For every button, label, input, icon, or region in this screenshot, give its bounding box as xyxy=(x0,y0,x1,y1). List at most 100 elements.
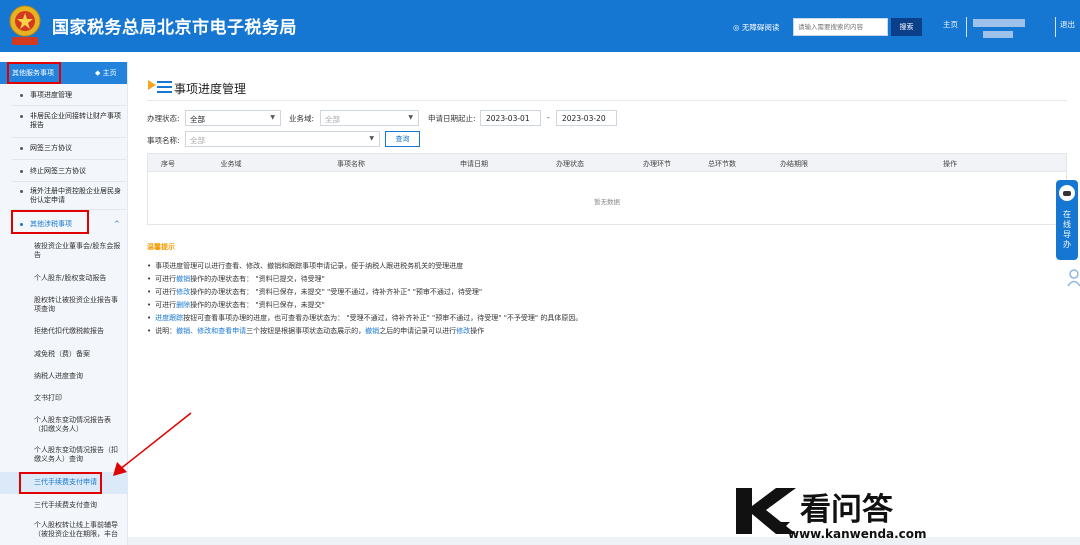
page-title: 事项进度管理 xyxy=(174,82,247,96)
sidebar-item-label: 境外注册中资控股企业居民身份认定申请 xyxy=(30,187,121,204)
tip-keyword: 撤销、修改和查看申请 xyxy=(176,327,247,335)
watermark-url: www.kanwenda.com xyxy=(788,527,927,541)
item-name-label: 事项名称: xyxy=(147,136,180,145)
sidebar-item-label: 终止网签三方协议 xyxy=(30,167,86,175)
tip-keyword: 修改 xyxy=(456,327,471,335)
status-select[interactable]: 全部 ▼ xyxy=(185,110,281,126)
column-header: 业务域 xyxy=(220,160,242,168)
tip-text: 事项进度管理可以进行查看、修改、撤销和跟踪事项申请记录，便于纳税人跟进税务机关的… xyxy=(155,262,464,270)
date-start-input[interactable]: 2023-03-01 xyxy=(480,110,541,126)
bullet-icon xyxy=(20,147,23,150)
tip-text: 操作的办理状态有： "资料已保存，未提交" "受理不通过，待补齐补正" "预审不… xyxy=(190,288,483,296)
date-end-input[interactable]: 2023-03-20 xyxy=(556,110,617,126)
tip-keyword: 撤销 xyxy=(176,275,191,283)
divider xyxy=(12,159,126,160)
online-guide-label: 在线导办 xyxy=(1063,210,1071,249)
divider xyxy=(147,100,1067,101)
item-name-value: 全部 xyxy=(190,136,205,145)
tip-text: 按钮可查看事项办理的进度，也可查看办理状态为： "受理不通过，待补齐补正" "预… xyxy=(183,314,583,322)
tip-line: • 说明：撤销、修改和查看申请三个按钮是根据事项状态动态展示的，撤销之后的申请记录… xyxy=(147,327,485,335)
tip-keyword: 撤销 xyxy=(365,327,380,335)
sub-item-label: 拒绝代扣代缴税款报告 xyxy=(34,327,104,335)
tip-line: • 可进行撤销操作的办理状态有： "资料已提交，待受理" xyxy=(147,275,325,283)
tip-text: 操作的办理状态有： "资料已提交，待受理" xyxy=(190,275,325,283)
column-header: 办理环节 xyxy=(643,160,671,168)
logout-link[interactable]: 退出 xyxy=(1060,19,1075,30)
highlight-box xyxy=(19,472,102,494)
search-button[interactable]: 搜索 xyxy=(891,18,922,36)
sub-item-label: 纳税人进度查询 xyxy=(34,372,83,380)
item-name-select[interactable]: 全部 ▼ xyxy=(185,131,380,147)
column-header: 序号 xyxy=(161,160,175,168)
bullet-icon xyxy=(20,94,23,97)
empty-state: 暂无数据 xyxy=(594,198,620,206)
chevron-down-icon: ▼ xyxy=(270,114,275,121)
table-header: 序号 业务域 事项名称 申请日期 办理状态 办理环节 总环节数 办结期限 操作 xyxy=(148,154,1066,172)
domain-label: 业务域: xyxy=(289,114,315,123)
tip-line: • 事项进度管理可以进行查看、修改、撤销和跟踪事项申请记录，便于纳税人跟进税务机关… xyxy=(147,262,464,270)
red-arrow-annotation xyxy=(113,412,192,476)
tip-keyword: 删除 xyxy=(176,301,191,309)
sub-item-label: 被投资企业董事会/股东会报告 xyxy=(34,242,121,259)
sub-item-label: 股权转让被投资企业报告事项查询 xyxy=(34,296,118,313)
tip-text: 操作 xyxy=(470,327,485,335)
site-title: 国家税务总局北京市电子税务局 xyxy=(52,18,297,38)
divider xyxy=(12,105,126,106)
search-input[interactable] xyxy=(793,18,888,36)
bullet-icon xyxy=(20,115,23,118)
sidebar-item-label: 事项进度管理 xyxy=(30,91,72,99)
divider xyxy=(12,181,126,182)
tip-keyword: 进度跟踪 xyxy=(155,314,184,322)
tip-text: 操作的办理状态有： "资料已保存，未提交" xyxy=(190,301,325,309)
person-icon[interactable] xyxy=(1066,268,1080,288)
chevron-down-icon: ▼ xyxy=(369,135,374,142)
list-icon xyxy=(148,80,172,93)
sub-item-label: 个人股东/股权变动报告 xyxy=(34,274,107,282)
user-name-redacted xyxy=(973,19,1025,27)
column-header: 办理状态 xyxy=(556,160,584,168)
home-link[interactable]: 主页 xyxy=(943,19,958,30)
sub-item-label: 文书打印 xyxy=(34,394,62,402)
sidebar-home-link[interactable]: ◆ 主页 xyxy=(95,68,117,78)
sidebar-item-label: 非居民企业间接转让财产事项报告 xyxy=(30,112,121,129)
query-button[interactable]: 查询 xyxy=(385,131,420,147)
bullet-icon xyxy=(20,170,23,173)
header-divider xyxy=(966,17,967,37)
sidebar-item-label: 网签三方协议 xyxy=(30,144,72,152)
watermark-text: 看问答 xyxy=(800,492,893,528)
tip-text: 之后的申请记录可以进行 xyxy=(379,327,457,335)
sub-item-label: 个人股权转让线上事前辅导（被投资企业在期限，丰台 xyxy=(34,521,118,538)
tax-emblem-icon xyxy=(9,5,41,45)
online-guide-widget[interactable]: 在线导办 xyxy=(1056,180,1078,260)
column-header: 总环节数 xyxy=(708,160,736,168)
tips-title: 温馨提示 xyxy=(147,243,175,251)
domain-value: 全部 xyxy=(325,115,340,124)
tip-text: 说明： xyxy=(155,327,177,335)
status-value: 全部 xyxy=(190,115,205,124)
highlight-box xyxy=(7,62,61,84)
top-header: 国家税务总局北京市电子税务局 ◎ 无障碍阅读 搜索 主页 退出 xyxy=(0,0,1080,52)
chevron-down-icon: ▼ xyxy=(408,114,413,121)
domain-select[interactable]: 全部 ▼ xyxy=(320,110,419,126)
tip-line: • 可进行删除操作的办理状态有： "资料已保存，未提交" xyxy=(147,301,325,309)
bullet-icon xyxy=(20,190,23,193)
tip-line: • 可进行修改操作的办理状态有： "资料已保存，未提交" "受理不通过，待补齐补正… xyxy=(147,288,483,296)
column-header: 事项名称 xyxy=(337,160,365,168)
header-divider xyxy=(1055,17,1056,37)
column-header: 办结期限 xyxy=(780,160,808,168)
sub-item-label: 减免税（费）备案 xyxy=(34,350,90,358)
divider xyxy=(12,137,126,138)
chevron-up-icon[interactable]: ^ xyxy=(114,220,120,229)
accessibility-link[interactable]: ◎ 无障碍阅读 xyxy=(733,22,779,33)
tip-line: • 进度跟踪按钮可查看事项办理的进度，也可查看办理状态为： "受理不通过，待补齐补… xyxy=(147,314,583,322)
date-range-label: 申请日期起止: xyxy=(428,114,476,123)
date-separator: - xyxy=(547,113,550,122)
sub-item-label: 三代手续费支付查询 xyxy=(34,501,97,509)
column-header: 申请日期 xyxy=(460,160,488,168)
tip-keyword: 修改 xyxy=(176,288,191,296)
assistant-avatar-icon xyxy=(1059,185,1075,201)
highlight-box xyxy=(11,210,89,234)
progress-table: 序号 业务域 事项名称 申请日期 办理状态 办理环节 总环节数 办结期限 操作 … xyxy=(147,153,1067,225)
column-header: 操作 xyxy=(943,160,957,168)
status-label: 办理状态: xyxy=(147,114,180,123)
